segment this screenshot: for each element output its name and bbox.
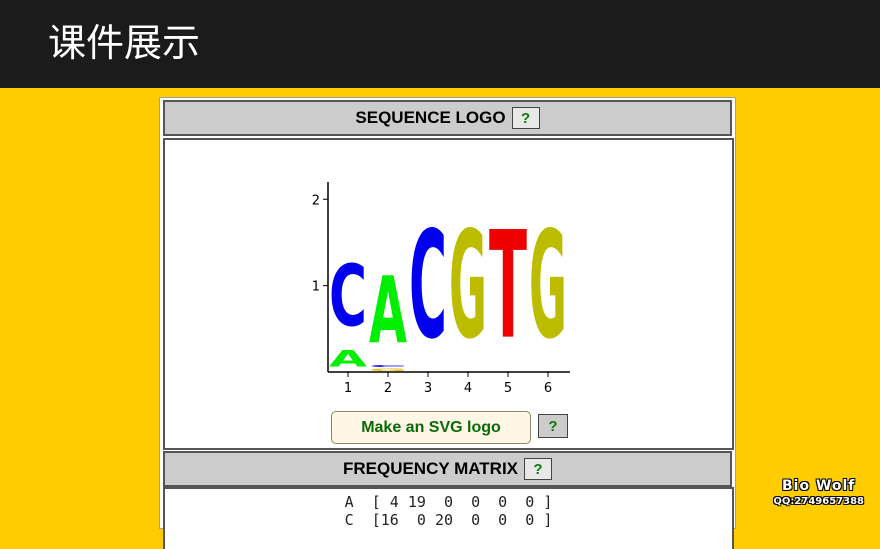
slide-title: 课件展示	[48, 21, 201, 65]
sequence-logo-title: SEQUENCE LOGO	[355, 108, 506, 127]
svg-logo-help-button[interactable]: ?	[538, 414, 568, 438]
make-svg-logo-button[interactable]: Make an SVG logo	[331, 411, 531, 444]
logo-letter-c-pos2: C	[369, 364, 407, 367]
x-tick-label: 2	[384, 381, 392, 396]
sequence-logo-help-button[interactable]: ?	[511, 107, 540, 129]
x-tick-label: 1	[344, 381, 352, 396]
logo-letter-a-pos2: A	[369, 257, 407, 364]
logo-letter-c-pos3: C	[409, 200, 447, 372]
slide-header: 课件展示	[0, 0, 880, 88]
results-panel: SEQUENCE LOGO ? 12123456 ACGCACGTG Make …	[159, 97, 736, 549]
sequence-logo-header: SEQUENCE LOGO ?	[163, 100, 732, 136]
logo-letter-c-pos1: C	[329, 247, 367, 346]
logo-letter-g-pos4: G	[449, 199, 487, 372]
frequency-matrix-area: A [ 4 19 0 0 0 0 ] C [16 0 20 0 0 0 ]	[163, 487, 734, 549]
matrix-row-c: C [16 0 20 0 0 0 ]	[344, 511, 553, 529]
sequence-logo-area: 12123456 ACGCACGTG Make an SVG logo ?	[163, 138, 734, 450]
logo-letter-t-pos5: T	[489, 200, 527, 372]
matrix-row-a: A [ 4 19 0 0 0 0 ]	[344, 493, 553, 511]
y-tick-label: 2	[312, 193, 320, 208]
logo-letter-g-pos2: G	[369, 368, 407, 372]
frequency-matrix-help-button[interactable]: ?	[524, 458, 553, 480]
sequence-logo-chart: 121 2 3 4 5 6 ACGCA C G T G	[312, 182, 570, 396]
frequency-matrix-header: FREQUENCY MATRIX ?	[163, 451, 732, 487]
logo-letter-a-pos1: A	[329, 346, 368, 372]
x-tick-label: 5	[504, 381, 512, 396]
watermark-contact: QQ:2749657388	[773, 496, 864, 507]
logo-letter-g-pos6: G	[529, 199, 567, 372]
x-tick-label: 6	[544, 381, 552, 396]
watermark: Bio Wolf QQ:2749657388	[773, 478, 864, 508]
frequency-matrix-title: FREQUENCY MATRIX	[342, 459, 519, 478]
x-tick-label: 3	[424, 381, 432, 396]
x-tick-label: 4	[464, 381, 472, 396]
watermark-name: Bio Wolf	[781, 478, 856, 494]
y-tick-label: 1	[312, 280, 320, 295]
